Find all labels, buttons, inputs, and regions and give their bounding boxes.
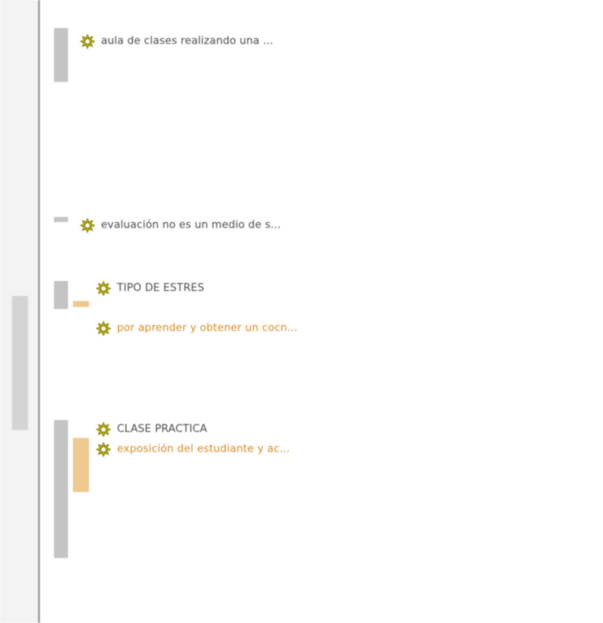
code-item-4[interactable]: por aprender y obtener un cocn... <box>96 320 297 336</box>
code-bracket-3[interactable] <box>54 281 68 309</box>
code-label: CLASE PRACTICA <box>117 423 208 435</box>
code-item-6[interactable]: exposición del estudiante y ac... <box>96 441 290 457</box>
panel-divider[interactable] <box>38 0 40 623</box>
code-item-3[interactable]: TIPO DE ESTRES <box>96 280 204 296</box>
code-star-icon <box>96 441 111 457</box>
code-star-icon <box>96 280 111 296</box>
code-bracket-5[interactable] <box>54 420 68 558</box>
code-label: exposición del estudiante y ac... <box>117 443 290 455</box>
code-item-5[interactable]: CLASE PRACTICA <box>96 421 207 437</box>
code-bracket-4[interactable] <box>73 301 89 307</box>
code-star-icon <box>80 217 95 233</box>
code-label: evaluación no es un medio de s... <box>101 219 281 231</box>
code-item-2[interactable]: evaluación no es un medio de s... <box>80 217 281 233</box>
code-star-icon <box>96 320 111 336</box>
code-star-icon <box>80 33 95 49</box>
code-label: TIPO DE ESTRES <box>117 282 205 294</box>
scrollbar-thumb[interactable] <box>12 296 28 430</box>
code-bracket-2[interactable] <box>54 217 68 222</box>
code-bracket-1[interactable] <box>54 28 68 82</box>
code-bracket-6[interactable] <box>73 438 89 492</box>
code-label: aula de clases realizando una ... <box>101 35 274 47</box>
code-label: por aprender y obtener un cocn... <box>117 322 298 334</box>
code-star-icon <box>96 421 111 437</box>
code-item-1[interactable]: aula de clases realizando una ... <box>80 33 273 49</box>
